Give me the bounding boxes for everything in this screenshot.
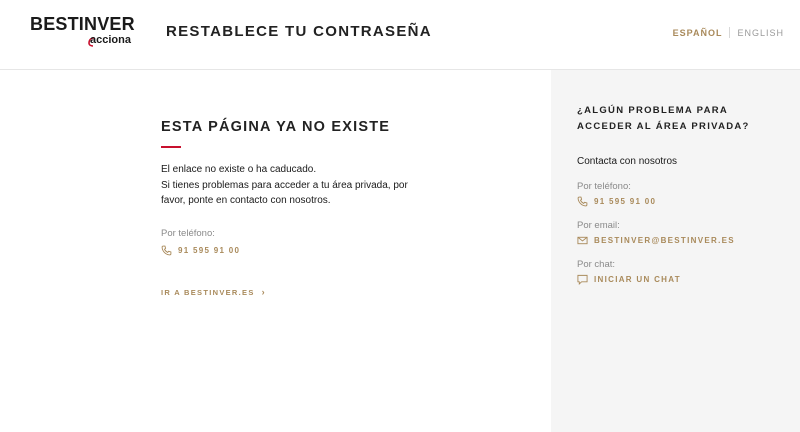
phone-contact[interactable]: 91 595 91 00	[161, 245, 421, 256]
lang-divider	[729, 27, 731, 38]
lang-option-english[interactable]: ENGLISH	[737, 28, 784, 38]
help-block: ¿ALGÚN PROBLEMA PARA ACCEDER AL ÁREA PRI…	[577, 103, 777, 285]
logo-wordmark: BESTINVER	[30, 14, 135, 34]
back-link-label: IR A BESTINVER.ES	[161, 287, 255, 297]
main-content: ESTA PÁGINA YA NO EXISTE El enlace no ex…	[0, 70, 551, 432]
email-contact[interactable]: BESTINVER@BESTINVER.ES	[577, 235, 777, 246]
error-message-block: ESTA PÁGINA YA NO EXISTE El enlace no ex…	[161, 119, 421, 256]
email-label: Por email:	[577, 220, 620, 231]
phone-label: Por teléfono:	[161, 227, 215, 239]
site-header: BESTINVER acciona RESTABLECE TU CONTRASE…	[0, 0, 800, 70]
chevron-right-icon: ›	[261, 287, 266, 297]
email-address[interactable]: BESTINVER@BESTINVER.ES	[594, 236, 735, 245]
sidebar-phone-number[interactable]: 91 595 91 00	[594, 197, 656, 206]
help-sidebar: ¿ALGÚN PROBLEMA PARA ACCEDER AL ÁREA PRI…	[551, 70, 800, 432]
language-switcher: ESPAÑOL ENGLISH	[673, 27, 784, 38]
page-title: RESTABLECE TU CONTRASEÑA	[166, 23, 432, 40]
heading-divider	[161, 146, 181, 148]
chat-icon	[577, 274, 588, 285]
error-message-line-2: Si tienes problemas para acceder a tu ár…	[161, 179, 408, 207]
phone-icon	[161, 245, 172, 255]
phone-icon	[577, 196, 588, 207]
sidebar-phone-label: Por teléfono:	[577, 181, 631, 192]
start-chat-link[interactable]: INICIAR UN CHAT	[594, 275, 681, 284]
lang-option-spanish[interactable]: ESPAÑOL	[673, 28, 723, 38]
phone-number[interactable]: 91 595 91 00	[178, 246, 240, 255]
error-message-line-1: El enlace no existe o ha caducado.	[161, 164, 317, 175]
chat-label: Por chat:	[577, 259, 616, 270]
bestinver-logo[interactable]: BESTINVER acciona	[30, 14, 140, 54]
envelope-icon	[577, 236, 588, 245]
chat-contact[interactable]: INICIAR UN CHAT	[577, 274, 777, 285]
sidebar-phone-contact[interactable]: 91 595 91 00	[577, 196, 777, 207]
logo-subtext: acciona	[90, 34, 131, 46]
error-heading: ESTA PÁGINA YA NO EXISTE	[161, 119, 391, 135]
help-heading: ¿ALGÚN PROBLEMA PARA ACCEDER AL ÁREA PRI…	[577, 105, 750, 132]
contact-subheading: Contacta con nosotros	[577, 156, 678, 167]
back-to-bestinver-link[interactable]: IR A BESTINVER.ES ›	[161, 287, 266, 297]
error-message: El enlace no existe o ha caducado. Si ti…	[161, 162, 421, 209]
